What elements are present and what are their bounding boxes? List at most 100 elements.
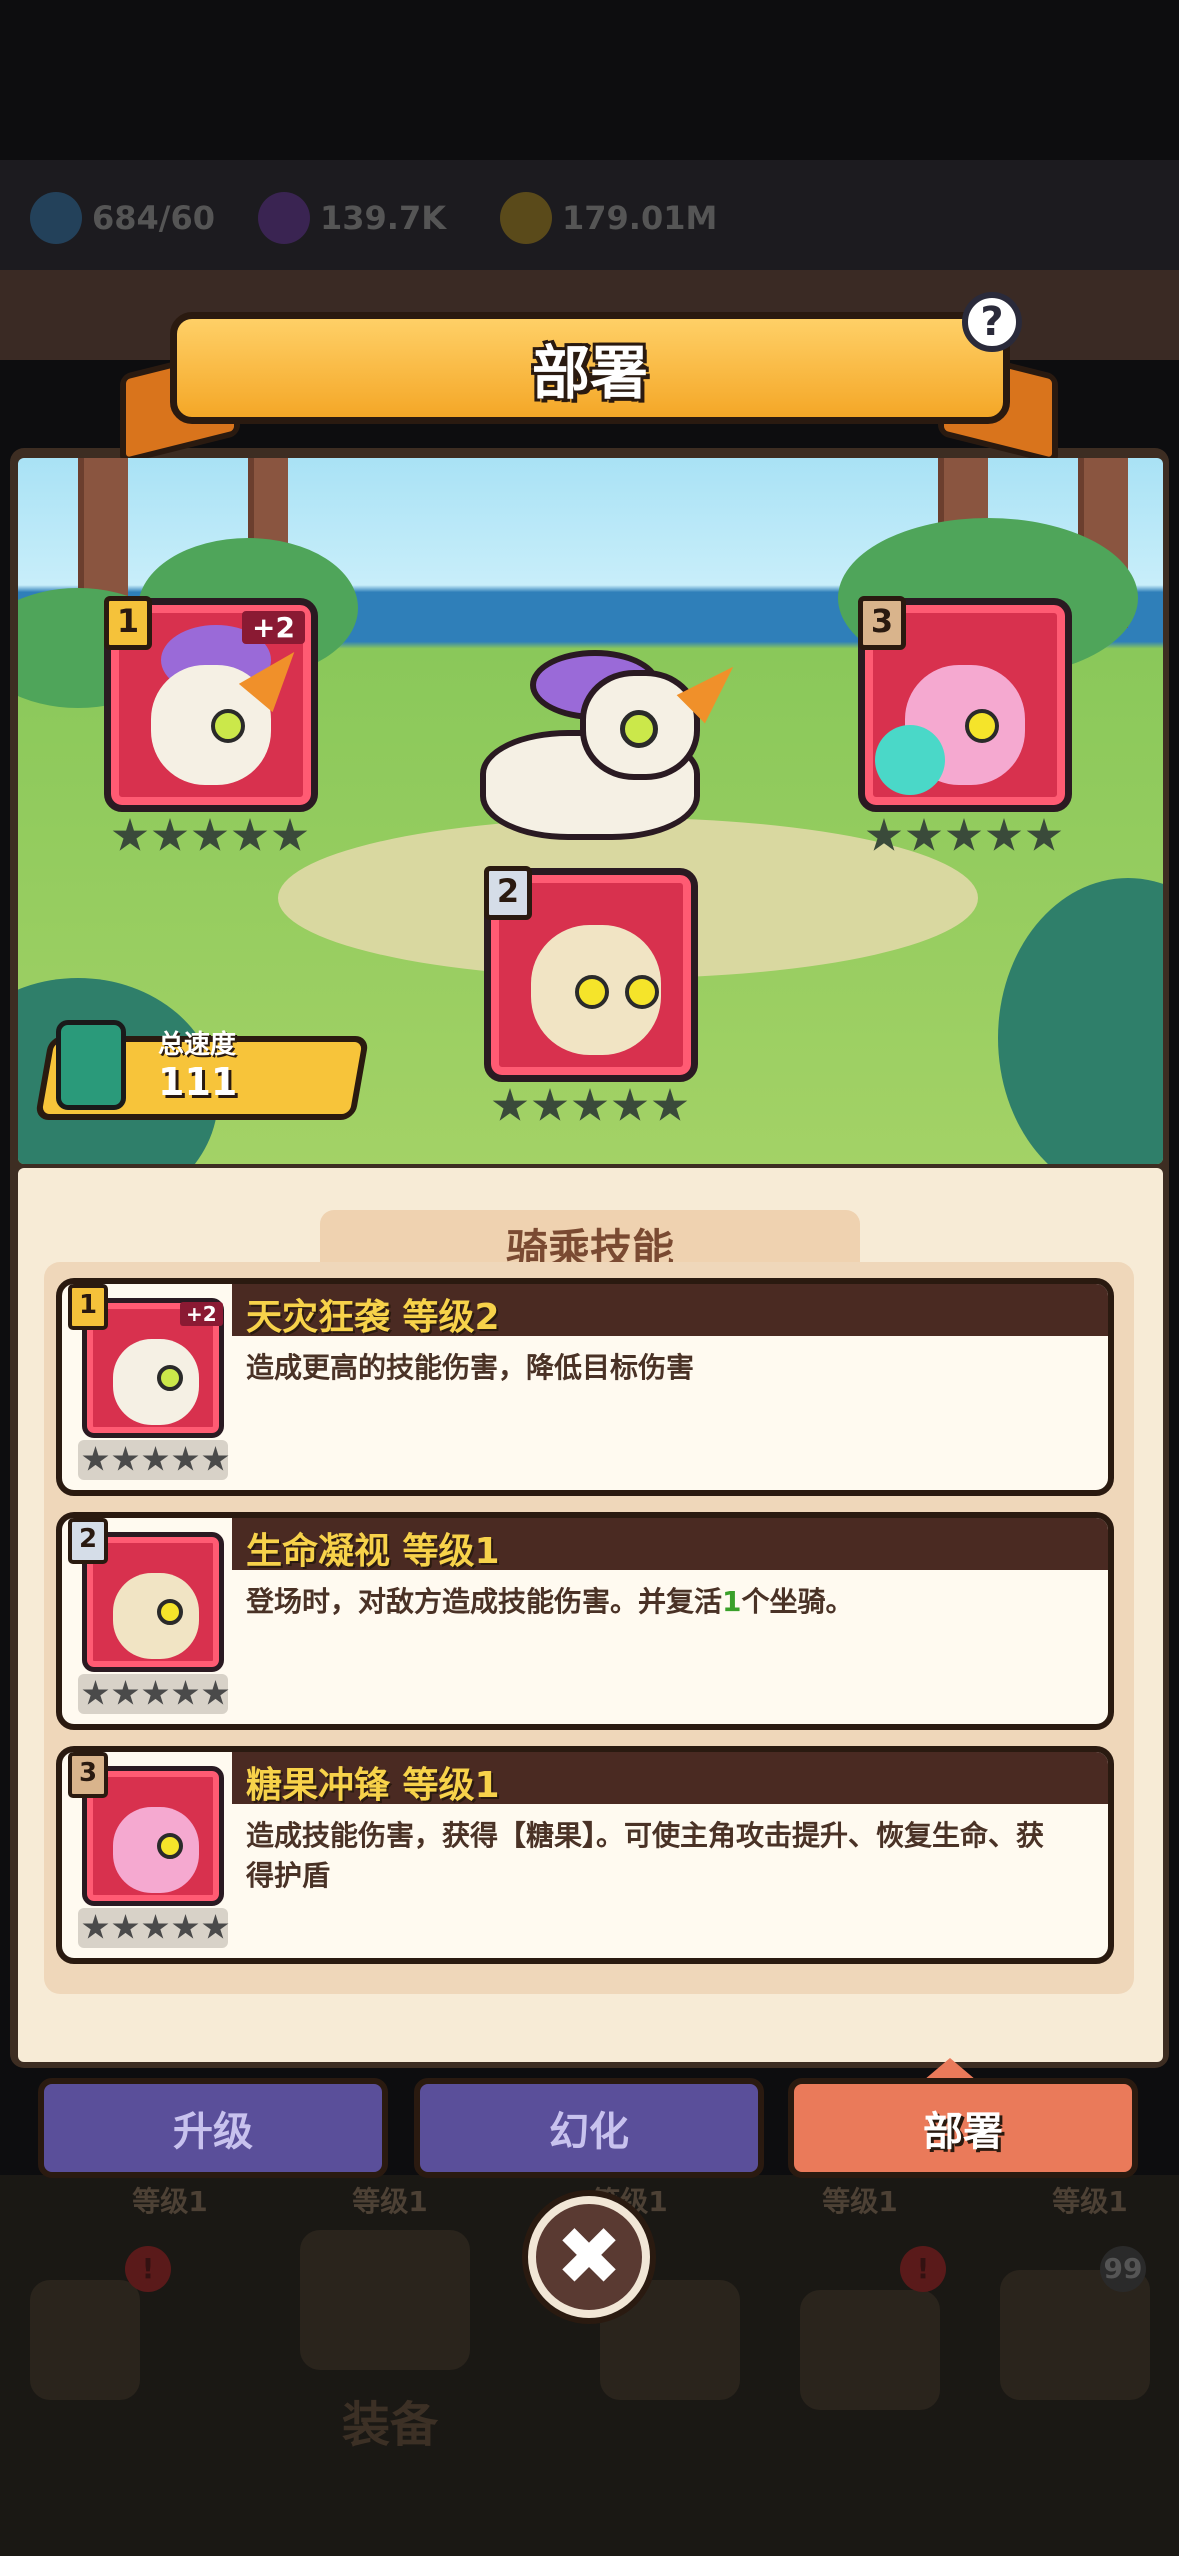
unicorn-eye <box>620 710 658 748</box>
gold-value: 179.01M <box>562 199 718 237</box>
skill-stars <box>82 1446 229 1473</box>
gold-resource: 179.01M <box>500 188 717 248</box>
skill-stars <box>82 1680 229 1707</box>
star-icon <box>1026 818 1062 851</box>
energy-resource: 684/60 <box>30 188 215 248</box>
skill-card-1: 天灾狂袭 等级2 造成更高的技能伤害，降低目标伤害 1 +2 <box>56 1278 1114 1496</box>
energy-icon <box>30 192 82 244</box>
total-speed-value: 111 <box>158 1060 238 1104</box>
mount-eye <box>575 975 609 1009</box>
star-icon <box>142 1680 169 1705</box>
close-icon: ✖ <box>555 2210 623 2303</box>
star-icon <box>112 1446 139 1471</box>
star-icon <box>172 1446 199 1471</box>
star-icon <box>492 1088 528 1121</box>
slot-position-badge: 3 <box>858 596 906 650</box>
mount-eye <box>157 1833 183 1859</box>
star-icon <box>612 1088 648 1121</box>
skill-stars <box>82 1914 229 1941</box>
mane-shape <box>875 725 945 795</box>
star-icon <box>866 818 902 851</box>
skill-name: 生命凝视 等级1 <box>246 1531 500 1572</box>
count-badge: 99 <box>1100 2246 1146 2292</box>
skill-position-badge: 2 <box>68 1518 108 1564</box>
deploy-screen: 684/60 139.7K 179.01M 等级1 等级1 等级1 等级1 等级… <box>0 0 1179 2556</box>
slot-2-stars <box>492 1088 688 1124</box>
star-icon <box>986 818 1022 851</box>
star-icon <box>192 818 228 851</box>
helmet-icon <box>300 2230 470 2370</box>
bg-level-label: 等级1 <box>352 2185 428 2218</box>
skill-description: 造成技能伤害，获得【糖果】。可使主角攻击提升、恢复生命、获得护盾 <box>246 1819 1045 1892</box>
star-icon <box>906 818 942 851</box>
page-title: 部署 <box>531 339 648 407</box>
mount-face <box>113 1807 199 1893</box>
tab-transform[interactable]: 幻化 <box>414 2078 764 2178</box>
gem-icon <box>258 192 310 244</box>
upgrade-arrow-icon <box>800 2290 940 2410</box>
tab-deploy[interactable]: 部署 <box>788 2078 1138 2178</box>
skill-desc-highlight: 1 <box>722 1585 742 1618</box>
skill-card-3: 糖果冲锋 等级1 造成技能伤害，获得【糖果】。可使主角攻击提升、恢复生命、获得护… <box>56 1746 1114 1964</box>
bg-level-label: 等级1 <box>132 2185 208 2218</box>
star-icon <box>572 1088 608 1121</box>
skill-card-2: 生命凝视 等级1 登场时，对敌方造成技能伤害。并复活1个坐骑。 2 <box>56 1512 1114 1730</box>
total-speed-label: 总速度 <box>158 1030 237 1060</box>
star-icon <box>232 818 268 851</box>
star-icon <box>652 1088 688 1121</box>
tab-upgrade[interactable]: 升级 <box>38 2078 388 2178</box>
title-banner: 部署 <box>170 312 1010 424</box>
star-icon <box>172 1680 199 1705</box>
mount-face <box>113 1339 199 1425</box>
deployed-mount-unicorn <box>420 650 750 860</box>
bush <box>998 878 1163 1164</box>
star-icon <box>202 1914 229 1939</box>
gold-coin-icon <box>500 192 552 244</box>
star-icon <box>946 818 982 851</box>
gem-value: 139.7K <box>320 199 447 237</box>
star-icon <box>82 1914 109 1939</box>
bg-level-label: 等级1 <box>822 2185 898 2218</box>
skill-desc-text: 个坐骑。 <box>741 1585 854 1618</box>
star-icon <box>202 1446 229 1471</box>
star-icon <box>532 1088 568 1121</box>
slot-1-stars <box>112 818 308 854</box>
star-icon <box>112 1914 139 1939</box>
bonus-tag: +2 <box>242 611 305 644</box>
bg-level-label: 等级1 <box>1052 2185 1128 2218</box>
shop-icon <box>30 2280 140 2400</box>
notification-badge: ! <box>900 2246 946 2292</box>
skill-bonus-tag: +2 <box>180 1302 223 1326</box>
notification-badge: ! <box>125 2246 171 2292</box>
star-icon <box>202 1680 229 1705</box>
star-icon <box>112 1680 139 1705</box>
mount-eye <box>157 1599 183 1625</box>
active-tab-notch <box>924 2058 976 2080</box>
star-icon <box>142 1914 169 1939</box>
slot-3-stars <box>866 818 1062 854</box>
mount-eye <box>157 1365 183 1391</box>
close-button[interactable]: ✖ <box>528 2196 650 2318</box>
star-icon <box>142 1446 169 1471</box>
speed-boot-icon <box>56 1020 126 1110</box>
skill-name: 糖果冲锋 等级1 <box>246 1765 500 1806</box>
star-icon <box>172 1914 199 1939</box>
help-button[interactable]: ? <box>962 292 1022 352</box>
mount-eye <box>211 709 245 743</box>
slot-position-badge: 1 <box>104 596 152 650</box>
mount-eye <box>625 975 659 1009</box>
energy-value: 684/60 <box>92 199 216 237</box>
skill-desc-text: 登场时，对敌方造成技能伤害。并复活 <box>246 1585 723 1618</box>
star-icon <box>82 1680 109 1705</box>
star-icon <box>272 818 308 851</box>
skill-description: 登场时，对敌方造成技能伤害。并复活1个坐骑。 <box>246 1582 1068 1622</box>
gem-resource: 139.7K <box>258 188 446 248</box>
skill-position-badge: 1 <box>68 1284 108 1330</box>
mount-eye <box>965 709 999 743</box>
bg-nav-equip-label: 装备 <box>341 2397 438 2453</box>
star-icon <box>112 818 148 851</box>
star-icon <box>82 1446 109 1471</box>
skill-name: 天灾狂袭 等级2 <box>246 1297 500 1338</box>
slot-position-badge: 2 <box>484 866 532 920</box>
skill-description: 造成更高的技能伤害，降低目标伤害 <box>246 1351 695 1384</box>
